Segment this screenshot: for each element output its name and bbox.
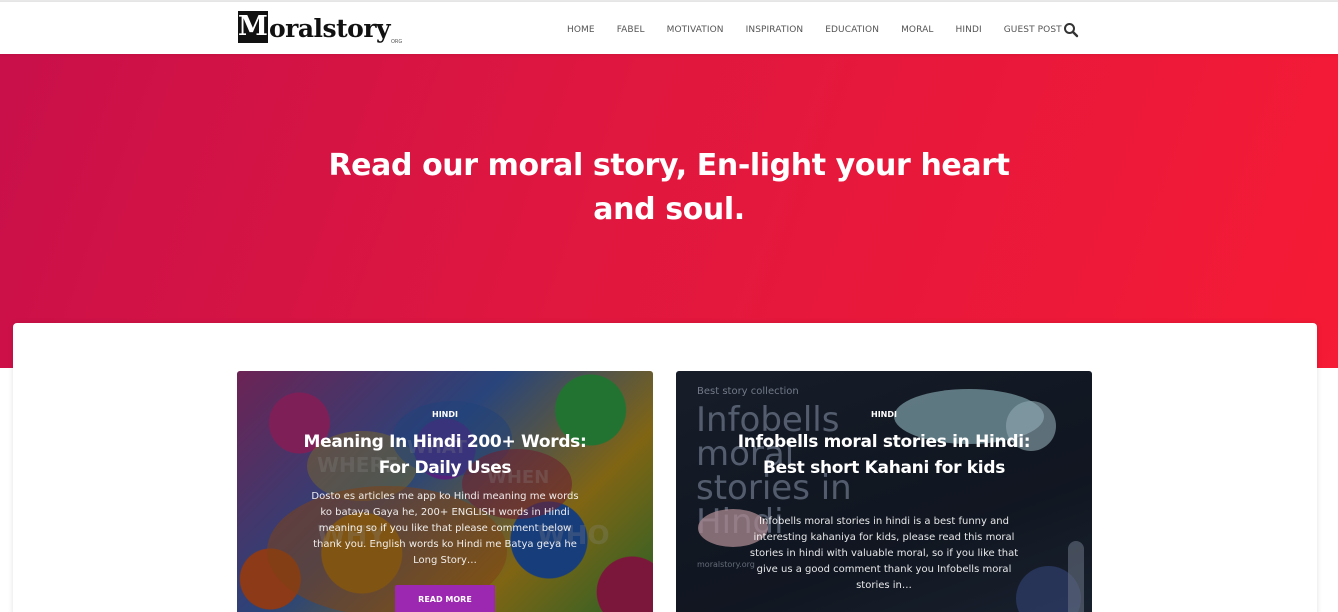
main-content: [13, 323, 1317, 612]
nav-item-hindi[interactable]: HINDI: [944, 25, 992, 35]
nav-item-education[interactable]: EDUCATION: [814, 25, 890, 35]
logo-subtext: ORG: [391, 39, 403, 45]
main-menu: HOME FABEL MOTIVATION INSPIRATION EDUCAT…: [556, 4, 1073, 56]
nav-item-home[interactable]: HOME: [556, 25, 606, 35]
nav-item-fabel[interactable]: FABEL: [606, 25, 656, 35]
logo-letter: M: [238, 11, 268, 43]
post-excerpt: Dosto es articles me app ko Hindi meanin…: [311, 491, 579, 566]
post-category[interactable]: HINDI: [237, 410, 653, 419]
nav-item-guest-post[interactable]: GUEST POST: [993, 25, 1073, 35]
nav-item-moral[interactable]: MORAL: [890, 25, 944, 35]
search-icon[interactable]: [1063, 22, 1079, 38]
nav-item-motivation[interactable]: MOTIVATION: [656, 25, 735, 35]
post-category[interactable]: HINDI: [676, 410, 1092, 419]
post-title[interactable]: Meaning In Hindi 200+ Words: For Daily U…: [295, 429, 595, 481]
read-more-button[interactable]: READ MORE: [395, 585, 495, 612]
logo-text: oralstory: [269, 14, 391, 43]
post-card: WHERE WHAT WHEN WHO WHY HINDI Meaning In…: [237, 371, 653, 612]
hero-banner: Read our moral story, En-light your hear…: [0, 54, 1338, 368]
post-card: Best story collection Infobells moral st…: [676, 371, 1092, 612]
nav-item-inspiration[interactable]: INSPIRATION: [735, 25, 815, 35]
navbar: M oralstory ORG HOME FABEL MOTIVATION IN…: [0, 2, 1338, 54]
post-title[interactable]: Infobells moral stories in Hindi: Best s…: [734, 429, 1034, 481]
site-logo[interactable]: M oralstory ORG: [238, 11, 402, 47]
post-excerpt: Infobells moral stories in hindi is a be…: [749, 516, 1019, 591]
hero-title: Read our moral story, En-light your hear…: [328, 148, 1010, 227]
